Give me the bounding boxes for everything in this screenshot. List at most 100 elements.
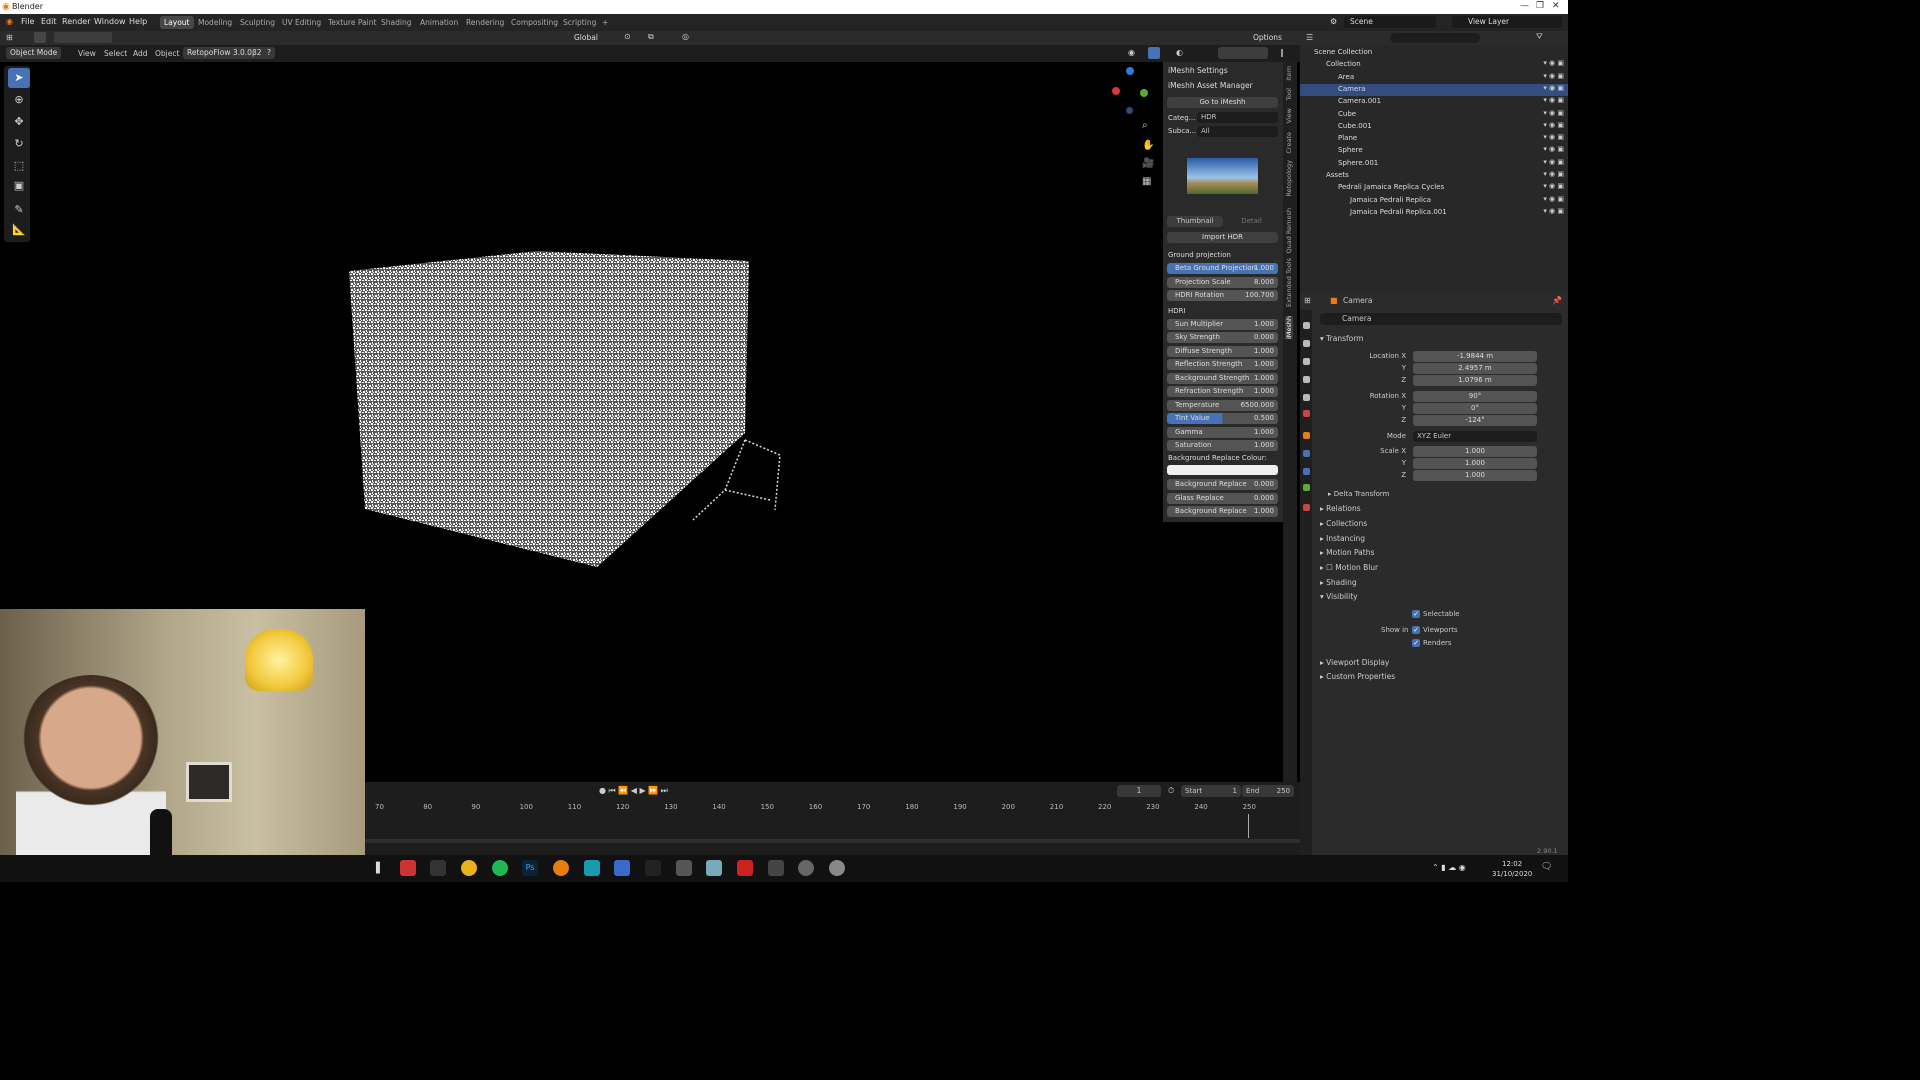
go-to-imeshh-button[interactable]: Go to iMeshh [1167, 97, 1278, 108]
menu-object[interactable]: Object [155, 49, 179, 58]
scale-z-field[interactable]: 1.000 [1413, 470, 1537, 481]
close-icon[interactable]: ✕ [1552, 1, 1560, 11]
subcategory-dropdown[interactable]: All [1197, 126, 1278, 137]
retopoflow-button[interactable]: RetopoFlow 3.0.0β2 [183, 47, 266, 59]
visibility-toggle-icons[interactable]: ▾ ◉ ▣ [1543, 96, 1564, 104]
tab-uv-editing[interactable]: UV Editing [278, 16, 325, 29]
rotation-mode-dropdown[interactable]: XYZ Euler [1413, 431, 1537, 442]
object-name-field[interactable]: Camera [1320, 313, 1562, 325]
tab-extended-tools[interactable]: Extended Tools [1285, 258, 1293, 307]
tab-compositing[interactable]: Compositing [507, 16, 562, 29]
imeshh-asset-manager-header[interactable]: iMeshh Asset Manager [1168, 81, 1253, 90]
tab-shading[interactable]: Shading [377, 16, 415, 29]
clock-icon[interactable]: ⏱ [1168, 786, 1174, 796]
visibility-header[interactable]: ▾ Visibility [1320, 592, 1358, 601]
help-button[interactable]: ? [263, 47, 275, 59]
transform-tool-icon[interactable]: ▣ [8, 176, 30, 196]
toggle-sidebar-icon[interactable]: ‖ [1280, 48, 1284, 57]
editor-type-icon[interactable]: ⊞ [6, 33, 13, 42]
tint-value-slider[interactable]: Tint Value 0.500 [1167, 413, 1278, 424]
outliner-row[interactable]: Area ▾ ◉ ▣ [1300, 72, 1568, 84]
blender-taskbar-icon[interactable] [553, 860, 569, 876]
ortho-grid-icon[interactable]: ▦ [1142, 176, 1151, 187]
hdri-field[interactable]: Sky Strength 0.000 [1167, 332, 1278, 343]
tab-retopology[interactable]: Retopology [1285, 160, 1293, 197]
rotation-x-field[interactable]: 90° [1413, 391, 1537, 402]
pan-hand-icon[interactable]: ✋ [1142, 140, 1154, 151]
notifications-icon[interactable]: 🗨 [1541, 862, 1552, 872]
steam-icon[interactable] [645, 860, 661, 876]
clock-time[interactable]: 12:02 [1502, 860, 1522, 868]
tray-icons[interactable]: ⌃ ▮ ☁ ◉ [1432, 863, 1466, 872]
outliner-row[interactable]: Cube ▾ ◉ ▣ [1300, 109, 1568, 121]
spotify-icon[interactable] [492, 860, 508, 876]
visibility-toggle-icons[interactable]: ▾ ◉ ▣ [1543, 170, 1564, 178]
hdri-field[interactable]: Gamma 1.000 [1167, 427, 1278, 438]
scale-tool-icon[interactable]: ⬚ [8, 156, 30, 176]
tab-item[interactable]: Item [1285, 66, 1293, 81]
texture-tab-icon[interactable] [1303, 504, 1310, 511]
menu-window[interactable]: Window [94, 17, 126, 26]
tab-animation[interactable]: Animation [416, 16, 462, 29]
category-dropdown[interactable]: HDR [1197, 112, 1278, 123]
menu-file[interactable]: File [21, 17, 34, 26]
custom-properties-header[interactable]: ▸ Custom Properties [1320, 672, 1395, 681]
select-tool-icon[interactable]: ➤ [8, 68, 30, 88]
outliner-row[interactable]: Sphere.001 ▾ ◉ ▣ [1300, 158, 1568, 170]
snap-icon[interactable]: ⧉ [648, 32, 654, 42]
relations-header[interactable]: ▸ Relations [1320, 504, 1361, 513]
tab-imeshh[interactable]: iMeshh [1285, 316, 1293, 340]
menu-add[interactable]: Add [133, 49, 148, 58]
hdr-thumbnail[interactable] [1187, 158, 1258, 194]
blender-menu-icon[interactable]: ◉ [6, 17, 13, 26]
add-workspace-button[interactable]: + [598, 16, 612, 29]
current-frame-field[interactable]: 1 [1117, 785, 1161, 797]
rotate-tool-icon[interactable]: ↻ [8, 134, 30, 154]
tab-tool[interactable]: Tool [1285, 88, 1293, 101]
overlay-icon[interactable]: ◐ [1176, 48, 1183, 57]
tab-layout[interactable]: Layout [160, 16, 194, 29]
measure-tool-icon[interactable]: 📐 [8, 220, 30, 240]
visibility-toggle-icons[interactable]: ▾ ◉ ▣ [1543, 133, 1564, 141]
motion-paths-header[interactable]: ▸ Motion Paths [1320, 548, 1374, 557]
tool-tab-icon[interactable] [1303, 322, 1310, 329]
background-replace-field[interactable]: Background Replace 1.000 [1167, 506, 1278, 517]
rotation-z-field[interactable]: -124° [1413, 415, 1537, 426]
hdri-field[interactable]: Sun Multiplier 1.000 [1167, 319, 1278, 330]
outliner-search-input[interactable] [1390, 33, 1480, 43]
app-icon[interactable] [798, 860, 814, 876]
scale-y-field[interactable]: 1.000 [1413, 458, 1537, 469]
outliner-row[interactable]: Camera ▾ ◉ ▣ [1300, 83, 1568, 96]
viewport-display-header[interactable]: ▸ Viewport Display [1320, 658, 1389, 667]
app-icon[interactable] [768, 860, 784, 876]
app-icon[interactable] [614, 860, 630, 876]
location-y-field[interactable]: 2.4957 m [1413, 363, 1537, 374]
scene-selector[interactable]: Scene [1344, 16, 1436, 28]
chrome-icon[interactable] [461, 860, 477, 876]
cursor-tool-icon[interactable]: ⊕ [8, 90, 30, 110]
gizmo-toggle-icon[interactable] [1148, 47, 1160, 59]
select-box-icon[interactable] [34, 32, 46, 43]
object-mode-dropdown[interactable]: Object Mode [6, 47, 62, 59]
app-icon[interactable] [676, 860, 692, 876]
visibility-toggle-icons[interactable]: ▾ ◉ ▣ [1543, 207, 1564, 215]
start-icon[interactable]: ▐ [372, 863, 380, 874]
visibility-toggle-icons[interactable]: ▾ ◉ ▣ [1543, 72, 1564, 80]
outliner-row[interactable]: Scene Collection [1300, 47, 1568, 59]
app-icon[interactable] [584, 860, 600, 876]
selectable-checkbox[interactable]: ✓ [1412, 610, 1420, 618]
properties-type-icon[interactable]: ⊞ [1304, 296, 1311, 305]
navigation-gizmo[interactable] [1110, 67, 1152, 115]
imeshh-settings-header[interactable]: iMeshh Settings [1168, 66, 1228, 75]
transform-panel-header[interactable]: ▾ Transform [1320, 334, 1363, 343]
menu-view[interactable]: View [78, 49, 96, 58]
annotate-tool-icon[interactable]: ✎ [8, 200, 30, 220]
hdri-field[interactable]: Reflection Strength 1.000 [1167, 359, 1278, 370]
visibility-toggle-icons[interactable]: ▾ ◉ ▣ [1543, 195, 1564, 203]
beta-ground-projection-field[interactable]: Beta Ground Projection 1.000 [1167, 263, 1278, 274]
tab-view[interactable]: View [1285, 108, 1293, 123]
hdri-rotation-field[interactable]: HDRI Rotation 100.700 [1167, 290, 1278, 301]
motion-blur-header[interactable]: ▸ ☐ Motion Blur [1320, 563, 1378, 572]
location-x-field[interactable]: -1.9844 m [1413, 351, 1537, 362]
app-icon[interactable] [829, 860, 845, 876]
